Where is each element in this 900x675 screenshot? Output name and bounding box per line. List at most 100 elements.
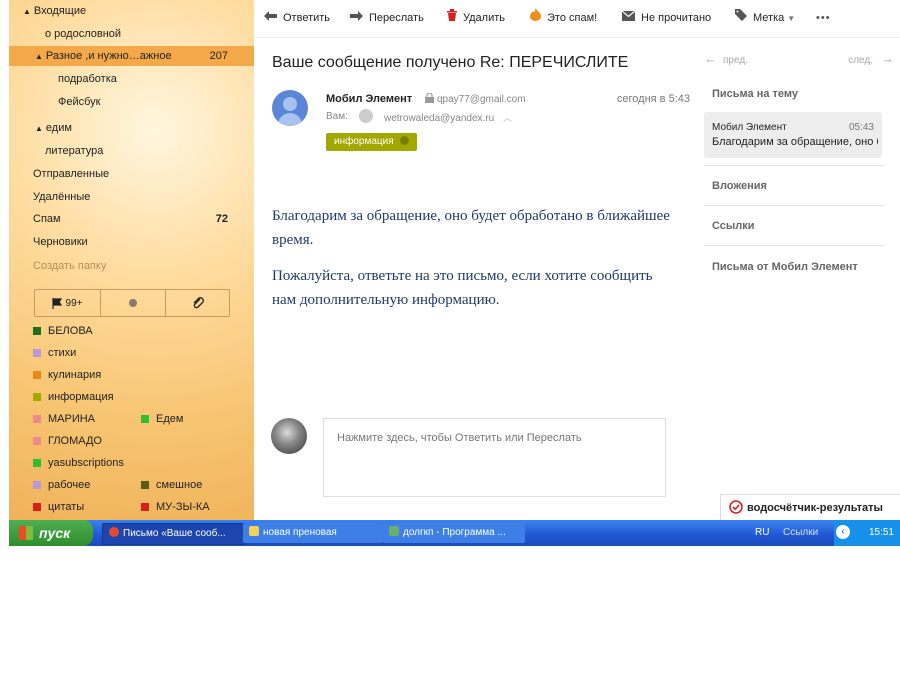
previous-message-link[interactable]: ← пред.: [704, 51, 748, 66]
paperclip-icon: [193, 297, 204, 309]
label-kulinariya[interactable]: кулинария: [33, 365, 101, 385]
label-smeshnoe[interactable]: смешное: [141, 475, 202, 495]
more-button[interactable]: •••: [816, 0, 831, 37]
collapse-arrow-icon[interactable]: ▲: [23, 7, 31, 16]
right-panel: ← пред. след. → Письма на тему Мобил Элеме…: [694, 38, 900, 520]
next-message-link[interactable]: след. →: [848, 51, 894, 66]
forward-arrow-icon: [350, 11, 363, 21]
label-swatch: [33, 481, 41, 489]
mark-unread-button[interactable]: Не прочитано: [622, 0, 711, 37]
mail-sidebar: ▲ Входящие о родословной ▲ Разное ,и нужно…: [9, 0, 254, 520]
taskbar-item-folder[interactable]: новая преновая: [243, 523, 383, 543]
language-indicator[interactable]: RU: [755, 520, 769, 546]
label-tsitaty[interactable]: цитаты: [33, 497, 84, 517]
message-toolbar: Ответить Переслать Удалить Это спам! Не …: [254, 0, 900, 38]
attachments-heading[interactable]: Вложения: [712, 180, 767, 192]
folder-raznoe[interactable]: ▲ Разное ,и нужно…ажное 207: [9, 46, 254, 66]
links-toolbar[interactable]: Ссылки: [783, 520, 818, 546]
label-swatch: [141, 481, 149, 489]
label-swatch: [33, 371, 41, 379]
folder-inbox[interactable]: ▲ Входящие: [9, 1, 254, 21]
remove-tag-icon[interactable]: [400, 136, 410, 145]
chevron-left-icon[interactable]: ‹: [836, 525, 850, 539]
folder-sent[interactable]: Отправленные: [9, 164, 254, 184]
tag-icon: [735, 9, 747, 21]
chevron-down-icon: ▼: [787, 14, 796, 23]
label-swatch: [33, 393, 41, 401]
recipient-email[interactable]: wetrowaleda@yandex.ru ︿: [384, 111, 512, 124]
body-paragraph: Благодарим за обращение, оно будет обраб…: [272, 208, 670, 248]
divider: [704, 245, 884, 246]
fire-icon: [530, 8, 541, 21]
label-marina[interactable]: МАРИНА: [33, 409, 95, 429]
thread-heading[interactable]: Письма на тему: [712, 88, 798, 100]
folder-spam[interactable]: Спам 72: [9, 209, 254, 229]
chrome-icon: [109, 527, 119, 537]
taskbar-item-program[interactable]: долгкп - Программа ...: [383, 523, 525, 543]
delete-button[interactable]: Удалить: [447, 0, 505, 37]
tag-button[interactable]: Метка ▼: [735, 0, 795, 37]
chevron-up-icon[interactable]: ︿: [503, 113, 512, 123]
label-swatch: [33, 415, 41, 423]
label-glomado[interactable]: ГЛОМАДО: [33, 431, 102, 451]
sender-email[interactable]: qpay77@gmail.com: [425, 92, 526, 105]
message-tag[interactable]: информация: [326, 133, 418, 151]
flagged-filter-button[interactable]: 99+: [35, 290, 99, 316]
label-yasubscriptions[interactable]: yasubscriptions: [33, 453, 124, 473]
divider: [704, 205, 884, 206]
reply-arrow-icon: [264, 11, 277, 21]
sender-avatar[interactable]: [272, 90, 308, 126]
desktop-screen: ▲ Входящие о родословной ▲ Разное ,и нужно…: [9, 0, 900, 546]
collapse-arrow-icon[interactable]: ▲: [35, 52, 43, 61]
label-informatsiya[interactable]: информация: [33, 387, 114, 407]
user-avatar: [271, 418, 307, 454]
flag-icon: [51, 297, 62, 309]
unread-count: 207: [209, 50, 228, 62]
spam-button[interactable]: Это спам!: [530, 0, 597, 37]
taskbar-item-browser[interactable]: Письмо «Ваше сооб...: [102, 523, 246, 545]
folder-facebook[interactable]: Фейсбук: [9, 92, 254, 112]
message-time: сегодня в 5:43: [616, 93, 690, 105]
divider: [704, 165, 884, 166]
folder-drafts[interactable]: Черновики: [9, 232, 254, 252]
message-body: Благодарим за обращение, оно будет обраб…: [272, 204, 672, 324]
label-muzyka[interactable]: МУ-ЗЫ-КА: [141, 497, 210, 517]
reply-placeholder: Нажмите здесь, чтобы Ответить или Пересл…: [337, 432, 582, 444]
dot-icon: [129, 299, 137, 307]
folder-edim[interactable]: ▲ едим: [9, 118, 254, 138]
collapse-arrow-icon[interactable]: ▲: [35, 124, 43, 133]
folder-rodoslovnaya[interactable]: о родословной: [9, 24, 254, 44]
reply-button[interactable]: Ответить: [264, 0, 330, 37]
forward-button[interactable]: Переслать: [350, 0, 424, 37]
message-subject: Ваше сообщение получено Re: ПЕРЕЧИСЛИТЕ: [272, 54, 629, 71]
unread-filter-button[interactable]: [100, 290, 165, 316]
folder-icon: [249, 526, 259, 536]
folder-literatura[interactable]: литература: [9, 141, 254, 161]
sender-letters-heading[interactable]: Письма от Мобил Элемент: [712, 261, 858, 273]
label-swatch: [33, 503, 41, 511]
label-rabochee[interactable]: рабочее: [33, 475, 90, 495]
label-edem[interactable]: Едем: [141, 409, 183, 429]
recipient-label: Вам:: [326, 111, 348, 122]
sidebar-filter-bar: 99+: [34, 289, 230, 317]
quick-reply-field[interactable]: Нажмите здесь, чтобы Ответить или Пересл…: [323, 418, 666, 497]
folder-deleted[interactable]: Удалённые: [9, 187, 254, 207]
label-belova[interactable]: БЕЛОВА: [33, 321, 93, 341]
create-folder-link[interactable]: Создать папку: [9, 256, 254, 276]
message-view: Ваше сообщение получено Re: ПЕРЕЧИСЛИТЕ …: [254, 38, 694, 520]
start-button[interactable]: пуск: [9, 520, 93, 546]
spam-count: 72: [215, 213, 228, 225]
links-heading[interactable]: Ссылки: [712, 220, 755, 232]
folder-podrabotka[interactable]: подработка: [9, 69, 254, 89]
check-circle-icon: [729, 500, 743, 514]
notification-popup[interactable]: водосчётчик-результаты: [720, 494, 900, 521]
thread-message-card[interactable]: Мобил Элемент 05:43 Благодарим за обраще…: [704, 112, 882, 158]
label-stihi[interactable]: стихи: [33, 343, 76, 363]
label-swatch: [33, 459, 41, 467]
sender-name[interactable]: Мобил Элемент: [326, 93, 412, 105]
attachments-filter-button[interactable]: [165, 290, 230, 316]
taskbar: пуск Письмо «Ваше сооб... новая преновая…: [9, 520, 900, 546]
image-icon: [389, 526, 399, 536]
label-swatch: [33, 437, 41, 445]
windows-logo-icon: [19, 526, 33, 540]
